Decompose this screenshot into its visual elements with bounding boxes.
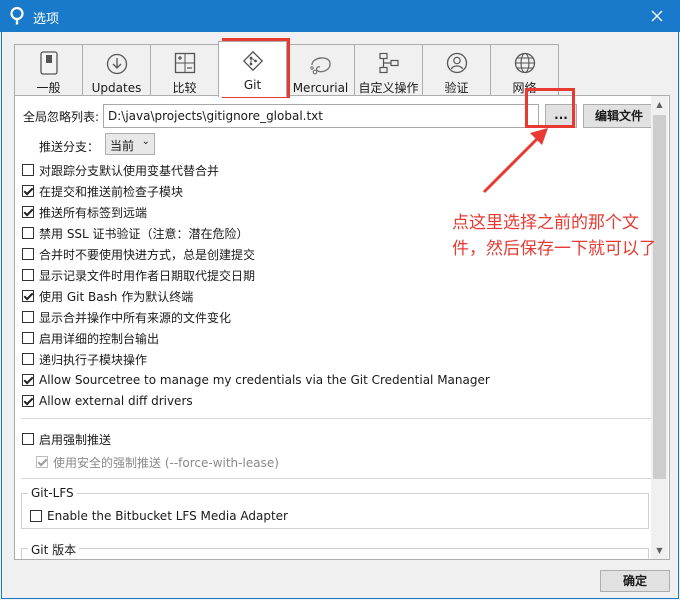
section-divider	[21, 418, 651, 419]
tab-git[interactable]: Git	[218, 41, 287, 97]
edit-file-button[interactable]: 编辑文件	[583, 104, 651, 128]
git-lfs-group: Git-LFS Enable the Bitbucket LFS Media A…	[21, 486, 649, 529]
close-button[interactable]	[634, 0, 680, 32]
force-push-checkbox[interactable]: 启用强制推送	[22, 429, 111, 449]
git-settings-panel: 全局忽略列表: D:\java\projects\gitignore_globa…	[14, 95, 670, 560]
title-bar: 选项	[0, 0, 680, 32]
checkbox-box	[22, 433, 34, 445]
checkbox-box	[22, 374, 34, 386]
option-push-tags-checkbox[interactable]: 推送所有标签到远端	[22, 202, 147, 222]
vertical-scrollbar[interactable]: ▲ ▼	[651, 96, 668, 559]
option-label: 启用详细的控制台输出	[39, 331, 160, 346]
option-credential-manager-checkbox[interactable]: Allow Sourcetree to manage my credential…	[22, 370, 490, 390]
option-label: 推送所有标签到远端	[39, 205, 148, 220]
option-author-date-checkbox[interactable]: 显示记录文件时用作者日期取代提交日期	[22, 265, 255, 285]
options-dialog: 一般 Updates 比较 Git Mercurial 自定义操作 验证 网络 …	[1, 32, 679, 599]
git-version-group-label: Git 版本	[28, 541, 80, 558]
tab-label: 自定义操作	[358, 81, 419, 95]
option-label: 禁用 SSL 证书验证（注意：潜在危险）	[39, 226, 249, 241]
option-rebase-checkbox[interactable]: 对跟踪分支默认使用变基代替合并	[22, 160, 219, 180]
git-version-group: Git 版本	[21, 541, 649, 559]
option-label: Enable the Bitbucket LFS Media Adapter	[47, 509, 288, 523]
option-label: Allow Sourcetree to manage my credential…	[39, 373, 490, 387]
flowchart-icon	[376, 51, 402, 75]
option-label: 递归执行子模块操作	[39, 352, 148, 367]
tab-label: 验证	[444, 81, 469, 95]
checkbox-box	[22, 227, 34, 239]
tab-label: 一般	[36, 81, 61, 95]
option-label: 使用 Git Bash 作为默认终端	[39, 289, 194, 304]
option-label: 对跟踪分支默认使用变基代替合并	[39, 163, 220, 178]
git-lfs-group-label: Git-LFS	[28, 486, 77, 500]
tab-network[interactable]: 网络	[490, 44, 559, 96]
push-branch-value: 当前	[110, 139, 135, 153]
chevron-down-icon: ⌄	[141, 136, 150, 147]
checkbox-box	[36, 456, 48, 468]
global-ignore-row: 全局忽略列表: D:\java\projects\gitignore_globa…	[23, 103, 651, 129]
option-label: 使用安全的强制推送 (--force-with-lease)	[53, 455, 279, 470]
annotation-note: 点这里选择之前的那个文件，然后保存一下就可以了	[452, 213, 656, 259]
settings-scroll-area: 全局忽略列表: D:\java\projects\gitignore_globa…	[19, 96, 651, 559]
tab-label: Git	[243, 78, 262, 92]
tab-label: Updates	[91, 81, 142, 95]
sourcetree-logo-icon	[10, 7, 24, 25]
option-merge-sources-checkbox[interactable]: 显示合并操作中所有来源的文件变化	[22, 307, 231, 327]
option-disable-ssl-checkbox[interactable]: 禁用 SSL 证书验证（注意：潜在危险）	[22, 223, 249, 243]
scroll-up-arrow-icon[interactable]: ▲	[651, 96, 668, 113]
safe-force-push-checkbox[interactable]: 使用安全的强制推送 (--force-with-lease)	[36, 452, 279, 472]
option-label: 启用强制推送	[39, 432, 112, 447]
tab-strip: 一般 Updates 比较 Git Mercurial 自定义操作 验证 网络	[14, 41, 559, 97]
window-title: 选项	[33, 12, 60, 27]
option-label: 在提交和推送前检查子模块	[39, 184, 184, 199]
globe-icon	[512, 51, 538, 75]
checkbox-box	[22, 353, 34, 365]
git-icon	[240, 48, 266, 74]
tab-mercurial[interactable]: Mercurial	[286, 44, 355, 96]
lfs-media-adapter-checkbox[interactable]: Enable the Bitbucket LFS Media Adapter	[30, 506, 288, 526]
option-label: 合并时不要使用快进方式，总是创建提交	[39, 247, 256, 262]
tab-updates[interactable]: Updates	[82, 44, 151, 96]
checkbox-box	[22, 311, 34, 323]
checkbox-box	[22, 185, 34, 197]
checkbox-box	[22, 395, 34, 407]
user-icon	[444, 51, 470, 75]
close-icon	[651, 10, 663, 22]
push-branch-select[interactable]: 当前 ⌄	[105, 133, 155, 155]
checkbox-box	[22, 332, 34, 344]
checkbox-box	[22, 248, 34, 260]
option-external-diff-checkbox[interactable]: Allow external diff drivers	[22, 391, 193, 411]
checkbox-box	[22, 269, 34, 281]
option-label: 显示合并操作中所有来源的文件变化	[39, 310, 232, 325]
tab-general[interactable]: 一般	[14, 44, 83, 96]
checkbox-box	[22, 164, 34, 176]
tab-auth[interactable]: 验证	[422, 44, 491, 96]
scroll-down-arrow-icon[interactable]: ▼	[651, 542, 668, 559]
tab-label: 比较	[172, 81, 197, 95]
compare-icon	[172, 51, 198, 75]
checkbox-box	[22, 206, 34, 218]
mercurial-icon	[308, 51, 334, 77]
option-git-bash-checkbox[interactable]: 使用 Git Bash 作为默认终端	[22, 286, 193, 306]
browse-button[interactable]: ...	[545, 104, 577, 128]
option-recursive-submodules-checkbox[interactable]: 递归执行子模块操作	[22, 349, 147, 369]
section-divider	[21, 478, 651, 479]
tab-custom-actions[interactable]: 自定义操作	[354, 44, 423, 96]
option-label: 显示记录文件时用作者日期取代提交日期	[39, 268, 256, 283]
checkbox-box	[22, 290, 34, 302]
download-icon	[104, 51, 130, 77]
tab-diff[interactable]: 比较	[150, 44, 219, 96]
global-ignore-path-field[interactable]: D:\java\projects\gitignore_global.txt	[103, 104, 539, 128]
checkbox-box	[30, 510, 42, 522]
ok-button[interactable]: 确定	[600, 570, 670, 592]
scrollbar-thumb[interactable]	[653, 115, 666, 479]
option-label: Allow external diff drivers	[39, 394, 193, 408]
option-verbose-console-checkbox[interactable]: 启用详细的控制台输出	[22, 328, 159, 348]
global-ignore-label: 全局忽略列表:	[23, 110, 100, 124]
tab-label: Mercurial	[292, 81, 349, 95]
tab-label: 网络	[512, 81, 537, 95]
switch-icon	[36, 51, 62, 75]
push-branch-label: 推送分支：	[39, 140, 100, 154]
option-check-submodules-checkbox[interactable]: 在提交和推送前检查子模块	[22, 181, 183, 201]
option-no-fast-forward-checkbox[interactable]: 合并时不要使用快进方式，总是创建提交	[22, 244, 255, 264]
